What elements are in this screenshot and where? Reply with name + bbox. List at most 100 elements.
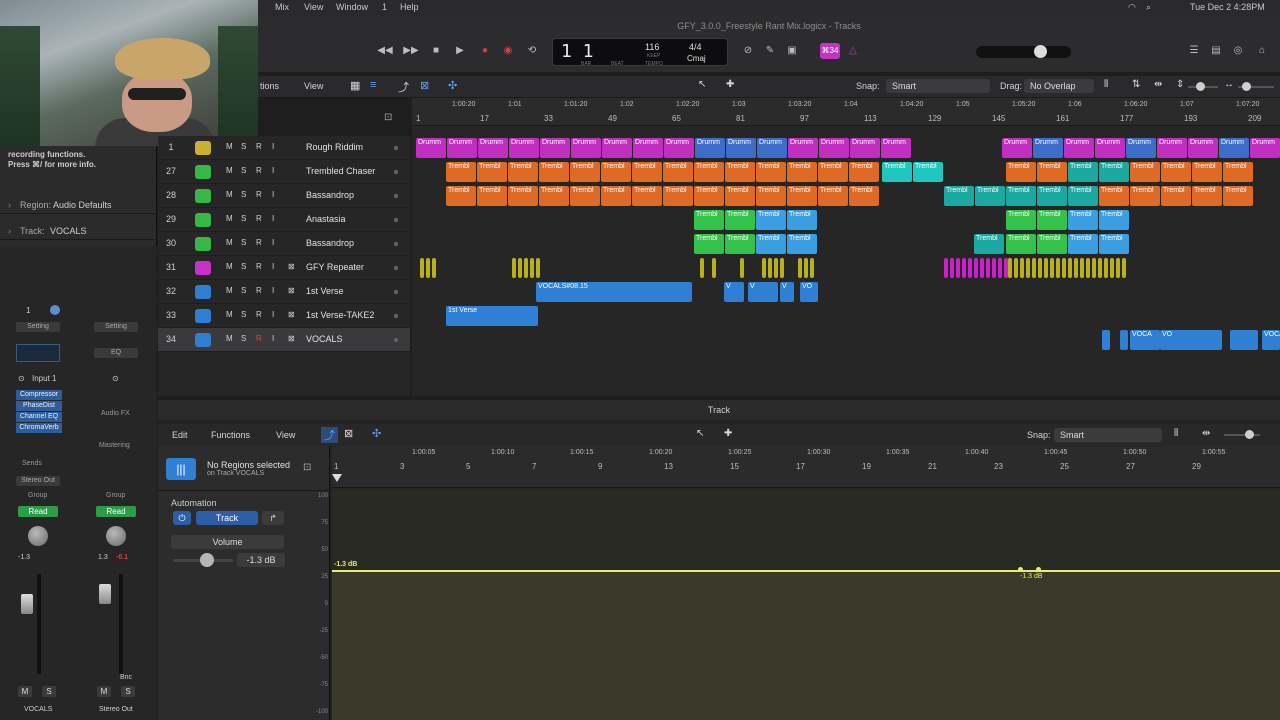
region[interactable]: Trembl xyxy=(1161,186,1191,206)
region[interactable] xyxy=(1044,258,1048,278)
waveform-zoom-editor-icon[interactable]: ⫴ xyxy=(1174,428,1178,439)
track-name[interactable]: 1st Verse-TAKE2 xyxy=(306,310,374,320)
pointer-tool-editor-icon[interactable]: ↖ xyxy=(696,428,704,439)
region[interactable]: Trembl xyxy=(663,186,693,206)
region[interactable]: Trembl xyxy=(725,210,755,230)
region[interactable] xyxy=(1056,258,1060,278)
editor-zoom-slider[interactable] xyxy=(1224,434,1260,436)
menu-mix[interactable]: Mix xyxy=(275,2,289,12)
region[interactable] xyxy=(1110,258,1114,278)
region[interactable] xyxy=(1120,330,1128,350)
plugin-slot-1[interactable]: Compressor xyxy=(16,390,62,400)
region[interactable] xyxy=(956,258,960,278)
region[interactable]: VOCALS#08.15 xyxy=(536,282,692,302)
region[interactable]: Trembl xyxy=(508,186,538,206)
sends-label[interactable]: Sends xyxy=(22,460,42,467)
region[interactable] xyxy=(1032,258,1036,278)
region[interactable] xyxy=(1102,330,1110,350)
automation-parameter-dropdown[interactable]: Volume xyxy=(171,535,284,549)
arrange-area[interactable]: Drumm Drumm Drumm Drumm Drumm Drumm Drumm Drumm… xyxy=(412,98,1280,396)
region[interactable]: Drumm xyxy=(633,138,663,158)
region[interactable]: Drumm xyxy=(1219,138,1249,158)
track-header[interactable]: 33 M S R I ⊠ 1st Verse-TAKE2 xyxy=(158,304,410,328)
region[interactable]: Drumm xyxy=(819,138,849,158)
region[interactable]: Trembl xyxy=(1099,162,1129,182)
functions-menu-editor[interactable]: Functions xyxy=(211,430,250,440)
region[interactable] xyxy=(1092,258,1096,278)
region[interactable]: Trembl xyxy=(1068,210,1098,230)
region[interactable] xyxy=(992,258,996,278)
master-volume-knob[interactable] xyxy=(1034,45,1047,58)
region[interactable] xyxy=(1074,258,1078,278)
region[interactable] xyxy=(740,258,744,278)
zoom-arrows-icon[interactable]: ⇕ xyxy=(1176,79,1184,90)
region[interactable] xyxy=(1098,258,1102,278)
wifi-icon[interactable]: ◠ xyxy=(1128,2,1136,13)
region-automation-icon[interactable]: ↱ xyxy=(262,511,284,525)
global-tracks-icon[interactable]: ⊡ xyxy=(384,112,392,123)
region[interactable]: Drumm xyxy=(416,138,446,158)
parameter-value[interactable]: -1.3 dB xyxy=(237,553,285,567)
mute-button[interactable]: M xyxy=(226,238,233,247)
menubar-clock[interactable]: Tue Dec 2 4:28PM xyxy=(1190,2,1265,12)
capture-record-icon[interactable]: ◉ xyxy=(500,44,516,58)
track-name[interactable]: Trembled Chaser xyxy=(306,166,375,176)
region[interactable]: Trembl xyxy=(1068,162,1098,182)
region[interactable]: Trembl xyxy=(694,234,724,254)
record-enable-button[interactable]: R xyxy=(256,190,262,199)
record-enable-button[interactable]: R xyxy=(256,286,262,295)
region[interactable]: VO xyxy=(1160,330,1222,350)
region[interactable] xyxy=(980,258,984,278)
region[interactable] xyxy=(986,258,990,278)
rewind-icon[interactable]: ◀◀ xyxy=(377,44,393,58)
region[interactable] xyxy=(798,258,802,278)
region-inspector-icon[interactable]: ⊡ xyxy=(303,462,311,473)
region[interactable]: 1st Verse xyxy=(446,306,538,326)
region[interactable] xyxy=(998,258,1002,278)
freeze-icon[interactable]: ⊠ xyxy=(288,286,295,295)
add-tool-icon[interactable]: ✚ xyxy=(726,79,734,90)
region[interactable]: Drumm xyxy=(695,138,725,158)
solo-button-2[interactable]: S xyxy=(121,686,135,697)
region[interactable]: Drumm xyxy=(1064,138,1094,158)
region[interactable] xyxy=(1104,258,1108,278)
region[interactable]: Trembl xyxy=(570,186,600,206)
plugin-slot-4[interactable]: ChromaVerb xyxy=(16,423,62,433)
region[interactable]: Trembl xyxy=(1068,186,1098,206)
zoom-slider-knob[interactable] xyxy=(1196,82,1205,91)
drag-dropdown[interactable]: No Overlap xyxy=(1024,79,1094,93)
region[interactable] xyxy=(712,258,716,278)
input-monitor-button[interactable]: I xyxy=(272,142,274,151)
region[interactable]: Drumm xyxy=(1126,138,1156,158)
input-monitor-button[interactable]: I xyxy=(272,286,274,295)
solo-button[interactable]: S xyxy=(241,334,246,343)
freeze-icon[interactable]: ⊠ xyxy=(288,310,295,319)
region[interactable]: Trembl xyxy=(1006,210,1036,230)
region[interactable]: Trembl xyxy=(1192,162,1222,182)
menu-1[interactable]: 1 xyxy=(382,2,387,12)
mute-button[interactable]: M xyxy=(226,310,233,319)
region[interactable] xyxy=(524,258,528,278)
region[interactable]: VOCA xyxy=(1262,330,1280,350)
region[interactable] xyxy=(1230,330,1258,350)
region[interactable]: Trembl xyxy=(944,186,974,206)
region[interactable] xyxy=(426,258,430,278)
track-name[interactable]: VOCALS xyxy=(306,334,343,344)
power-icon[interactable]: ⏻ xyxy=(173,511,191,525)
automation-icon[interactable]: ⤴ xyxy=(398,79,409,95)
input-label[interactable]: Input 1 xyxy=(32,374,56,383)
region[interactable] xyxy=(1020,258,1024,278)
flex-editor-icon[interactable]: ⊠ xyxy=(344,427,353,440)
region[interactable]: Trembl xyxy=(818,186,848,206)
track-inspector-header[interactable]: › Track: VOCALS xyxy=(0,218,157,240)
mute-button[interactable]: M xyxy=(226,190,233,199)
region[interactable] xyxy=(530,258,534,278)
region[interactable] xyxy=(950,258,954,278)
region[interactable]: Trembl xyxy=(539,162,569,182)
loop-browser-icon[interactable]: ◎ xyxy=(1230,44,1246,58)
region[interactable]: Drumm xyxy=(1157,138,1187,158)
freeze-icon[interactable]: ⊠ xyxy=(288,334,295,343)
region[interactable]: Trembl xyxy=(1192,186,1222,206)
cycle-icon[interactable]: ⟲ xyxy=(524,44,540,58)
selection-badge[interactable]: ⌘34 xyxy=(820,43,840,59)
